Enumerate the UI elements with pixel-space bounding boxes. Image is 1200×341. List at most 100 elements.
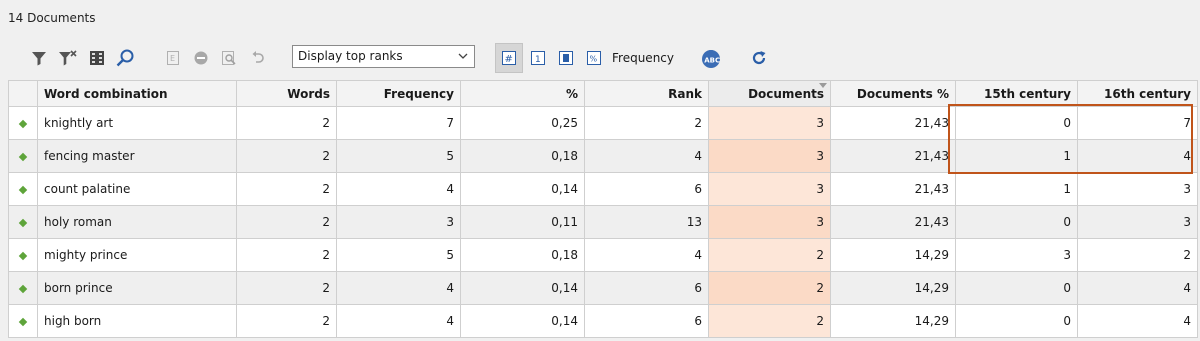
table-row[interactable]: high born 2 4 0,14 6 2 14,29 0 4	[8, 304, 1198, 338]
table-row[interactable]: count palatine 2 4 0,14 6 3 21,43 1 3	[8, 172, 1198, 206]
table-row[interactable]: born prince 2 4 0,14 6 2 14,29 0 4	[8, 271, 1198, 305]
cell-frequency[interactable]: 4	[336, 304, 461, 338]
row-marker	[8, 106, 38, 140]
cell-word-combination[interactable]: mighty prince	[37, 238, 237, 272]
cell-word-combination[interactable]: knightly art	[37, 106, 237, 140]
cell-frequency[interactable]: 5	[336, 238, 461, 272]
cell-documents[interactable]: 3	[708, 205, 831, 239]
zoom-icon[interactable]	[219, 46, 239, 70]
filter-icon[interactable]	[28, 46, 50, 70]
cell-frequency[interactable]: 5	[336, 139, 461, 173]
cell-16th-century[interactable]: 2	[1077, 238, 1198, 272]
cell-16th-century[interactable]: 4	[1077, 271, 1198, 305]
cell-rank[interactable]: 2	[584, 106, 709, 140]
cell-documents[interactable]: 2	[708, 238, 831, 272]
cell-15th-century[interactable]: 0	[955, 205, 1078, 239]
cell-rank[interactable]: 13	[584, 205, 709, 239]
cell-15th-century[interactable]: 0	[955, 271, 1078, 305]
cell-documents-percent[interactable]: 14,29	[830, 271, 956, 305]
document-mode-icon[interactable]	[555, 46, 577, 70]
cell-rank[interactable]: 4	[584, 139, 709, 173]
cell-16th-century[interactable]: 7	[1077, 106, 1198, 140]
cell-percent[interactable]: 0,14	[460, 304, 585, 338]
table-row[interactable]: holy roman 2 3 0,11 13 3 21,43 0 3	[8, 205, 1198, 239]
cell-words[interactable]: 2	[236, 304, 337, 338]
search-icon[interactable]	[113, 46, 137, 70]
refresh-icon[interactable]	[748, 46, 770, 70]
cell-documents[interactable]: 2	[708, 271, 831, 305]
column-header-documents-percent[interactable]: Documents %	[830, 80, 956, 107]
cell-rank[interactable]: 6	[584, 271, 709, 305]
columns-icon[interactable]	[86, 46, 108, 70]
cell-words[interactable]: 2	[236, 172, 337, 206]
cell-word-combination[interactable]: fencing master	[37, 139, 237, 173]
cell-percent[interactable]: 0,18	[460, 139, 585, 173]
table-row[interactable]: knightly art 2 7 0,25 2 3 21,43 0 7	[8, 106, 1198, 140]
cell-16th-century[interactable]: 4	[1077, 139, 1198, 173]
column-header-frequency[interactable]: Frequency	[336, 80, 461, 107]
column-header-15th-century[interactable]: 15th century	[955, 80, 1078, 107]
remove-icon[interactable]	[191, 46, 211, 70]
column-header-documents[interactable]: Documents	[708, 80, 831, 107]
cell-rank[interactable]: 6	[584, 172, 709, 206]
cell-word-combination[interactable]: high born	[37, 304, 237, 338]
cell-16th-century[interactable]: 3	[1077, 205, 1198, 239]
cell-frequency[interactable]: 3	[336, 205, 461, 239]
cell-words[interactable]: 2	[236, 205, 337, 239]
cell-word-combination[interactable]: holy roman	[37, 205, 237, 239]
display-mode-select[interactable]: Display top ranks	[292, 45, 475, 68]
cell-rank[interactable]: 6	[584, 304, 709, 338]
cell-words[interactable]: 2	[236, 139, 337, 173]
cell-percent[interactable]: 0,14	[460, 271, 585, 305]
column-header-documents-label: Documents	[748, 86, 824, 101]
cell-words[interactable]: 2	[236, 106, 337, 140]
cell-rank[interactable]: 4	[584, 238, 709, 272]
cell-documents[interactable]: 3	[708, 172, 831, 206]
cell-15th-century[interactable]: 0	[955, 304, 1078, 338]
cell-word-combination[interactable]: born prince	[37, 271, 237, 305]
cell-frequency[interactable]: 4	[336, 271, 461, 305]
cell-documents[interactable]: 2	[708, 304, 831, 338]
column-header-rank[interactable]: Rank	[584, 80, 709, 107]
table-header-row: Word combination Words Frequency % Rank …	[8, 80, 1198, 107]
cell-frequency[interactable]: 7	[336, 106, 461, 140]
cell-15th-century[interactable]: 1	[955, 139, 1078, 173]
column-header-words[interactable]: Words	[236, 80, 337, 107]
column-header-word-combination[interactable]: Word combination	[37, 80, 237, 107]
table-row[interactable]: mighty prince 2 5 0,18 4 2 14,29 3 2	[8, 238, 1198, 272]
cell-word-combination[interactable]: count palatine	[37, 172, 237, 206]
rank-mode-icon[interactable]: 1	[527, 46, 549, 70]
cell-documents-percent[interactable]: 14,29	[830, 304, 956, 338]
cell-15th-century[interactable]: 0	[955, 106, 1078, 140]
cell-percent[interactable]: 0,18	[460, 238, 585, 272]
table-row[interactable]: fencing master 2 5 0,18 4 3 21,43 1 4	[8, 139, 1198, 173]
cell-percent[interactable]: 0,25	[460, 106, 585, 140]
column-header-marker[interactable]	[8, 80, 38, 107]
cell-documents[interactable]: 3	[708, 106, 831, 140]
cell-documents-percent[interactable]: 21,43	[830, 205, 956, 239]
row-marker	[8, 304, 38, 338]
cell-documents-percent[interactable]: 21,43	[830, 106, 956, 140]
column-header-16th-century[interactable]: 16th century	[1077, 80, 1198, 107]
cell-documents-percent[interactable]: 21,43	[830, 172, 956, 206]
cell-frequency[interactable]: 4	[336, 172, 461, 206]
column-header-percent[interactable]: %	[460, 80, 585, 107]
cell-words[interactable]: 2	[236, 238, 337, 272]
undo-icon[interactable]	[248, 46, 268, 70]
cell-16th-century[interactable]: 3	[1077, 172, 1198, 206]
cell-15th-century[interactable]: 3	[955, 238, 1078, 272]
diamond-icon	[18, 185, 28, 195]
cell-documents-percent[interactable]: 14,29	[830, 238, 956, 272]
cell-words[interactable]: 2	[236, 271, 337, 305]
count-mode-icon[interactable]: #	[495, 43, 523, 73]
cell-percent[interactable]: 0,11	[460, 205, 585, 239]
cell-documents-percent[interactable]: 21,43	[830, 139, 956, 173]
clear-filter-icon[interactable]	[56, 46, 80, 70]
spellcheck-icon[interactable]: ABC	[698, 46, 724, 70]
cell-documents[interactable]: 3	[708, 139, 831, 173]
cell-15th-century[interactable]: 1	[955, 172, 1078, 206]
percent-mode-icon[interactable]: %	[583, 46, 605, 70]
export-icon[interactable]: E	[163, 46, 183, 70]
cell-percent[interactable]: 0,14	[460, 172, 585, 206]
cell-16th-century[interactable]: 4	[1077, 304, 1198, 338]
